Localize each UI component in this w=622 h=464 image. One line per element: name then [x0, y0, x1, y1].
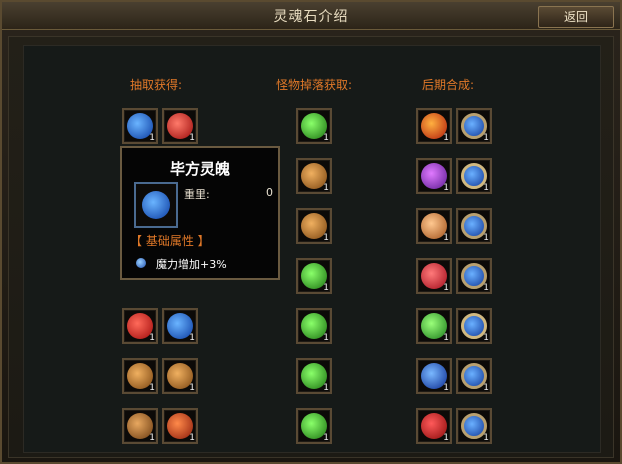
item-count: 1 [443, 283, 449, 293]
item-count: 1 [149, 433, 155, 443]
soul-stone-panel: 抽取获得: 怪物掉落获取: 后期合成: 1 1 1 1 1 1 1 1 1 1 … [23, 45, 601, 453]
soul-stone-window: 灵魂石介绍 返回 抽取获得: 怪物掉落获取: 后期合成: 1 1 1 1 1 1… [0, 0, 622, 464]
green-orb-slot[interactable]: 1 [416, 308, 452, 344]
item-count: 1 [323, 233, 329, 243]
back-button[interactable]: 返回 [538, 6, 614, 28]
item-count: 1 [189, 133, 195, 143]
red-orb-slot[interactable]: 1 [416, 258, 452, 294]
item-count: 1 [483, 433, 489, 443]
item-count: 1 [149, 133, 155, 143]
blue-dragon-orb-icon [142, 191, 170, 219]
item-count: 1 [189, 333, 195, 343]
tooltip-item-frame [134, 182, 178, 228]
red-dragon-orb-slot[interactable]: 1 [162, 108, 198, 144]
red-orb-slot[interactable]: 1 [122, 308, 158, 344]
bronze-dragon-orb-slot[interactable]: 1 [296, 158, 332, 194]
green-dragon-orb-slot[interactable]: 1 [296, 408, 332, 444]
blue-orb-slot[interactable]: 1 [416, 358, 452, 394]
gold-ring-blue-gem-slot[interactable]: 1 [456, 108, 492, 144]
gold-ring-blue-gem-slot[interactable]: 1 [456, 358, 492, 394]
tooltip-effect-text: 魔力增加+3% [156, 258, 227, 271]
item-count: 1 [483, 383, 489, 393]
draw-column-header: 抽取获得: [130, 78, 183, 92]
green-beast-orb-slot[interactable]: 1 [296, 108, 332, 144]
item-count: 1 [443, 183, 449, 193]
title-bar: 灵魂石介绍 返回 [2, 2, 620, 30]
synth-column-header: 后期合成: [422, 78, 475, 92]
item-count: 1 [483, 333, 489, 343]
item-count: 1 [323, 333, 329, 343]
red-orb-slot[interactable]: 1 [416, 408, 452, 444]
item-count: 1 [443, 333, 449, 343]
tooltip-attribute-header: 【 基础属性 】 [130, 234, 210, 248]
item-count: 1 [323, 133, 329, 143]
item-count: 1 [443, 383, 449, 393]
item-count: 1 [483, 283, 489, 293]
tooltip-item-name: 毕方灵魄 [169, 160, 230, 178]
green-dragon-orb-slot[interactable]: 1 [296, 358, 332, 394]
tooltip-weight-value: 0 [266, 186, 273, 199]
item-count: 1 [323, 383, 329, 393]
purple-orb-slot[interactable]: 1 [416, 158, 452, 194]
item-count: 1 [323, 283, 329, 293]
window-title: 灵魂石介绍 [273, 9, 349, 25]
item-count: 1 [443, 133, 449, 143]
item-count: 1 [189, 433, 195, 443]
item-count: 1 [483, 233, 489, 243]
green-dragon-orb-slot[interactable]: 1 [296, 258, 332, 294]
tooltip-weight-label: 重里: [184, 188, 210, 201]
bronze-dragon-orb-slot[interactable]: 1 [162, 358, 198, 394]
item-count: 1 [189, 383, 195, 393]
green-dragon-orb-slot[interactable]: 1 [296, 308, 332, 344]
winged-blue-gem-slot[interactable]: 1 [456, 158, 492, 194]
blue-dragon-orb-slot[interactable]: 1 [122, 108, 158, 144]
item-count: 1 [149, 333, 155, 343]
gold-ring-blue-gem-slot[interactable]: 1 [456, 208, 492, 244]
bronze-dragon-orb-slot[interactable]: 1 [296, 208, 332, 244]
magic-orb-icon [136, 258, 146, 268]
fire-orb-slot[interactable]: 1 [416, 108, 452, 144]
bronze-beast-orb-slot[interactable]: 1 [122, 408, 158, 444]
item-count: 1 [323, 183, 329, 193]
item-tooltip: 毕方灵魄 重里: 0 【 基础属性 】 魔力增加+3% [120, 146, 280, 280]
item-count: 1 [483, 133, 489, 143]
item-count: 1 [149, 383, 155, 393]
item-count: 1 [443, 233, 449, 243]
winged-blue-gem-slot[interactable]: 1 [456, 308, 492, 344]
item-count: 1 [323, 433, 329, 443]
orange-orb-slot[interactable]: 1 [416, 208, 452, 244]
item-count: 1 [443, 433, 449, 443]
drop-column-header: 怪物掉落获取: [276, 78, 353, 92]
red-beast-orb-slot[interactable]: 1 [162, 408, 198, 444]
gold-ring-blue-gem-slot[interactable]: 1 [456, 258, 492, 294]
blue-orb-slot[interactable]: 1 [162, 308, 198, 344]
bronze-dragon-orb-slot[interactable]: 1 [122, 358, 158, 394]
content-frame: 抽取获得: 怪物掉落获取: 后期合成: 1 1 1 1 1 1 1 1 1 1 … [8, 36, 614, 458]
item-count: 1 [483, 183, 489, 193]
gold-ring-blue-gem-slot[interactable]: 1 [456, 408, 492, 444]
